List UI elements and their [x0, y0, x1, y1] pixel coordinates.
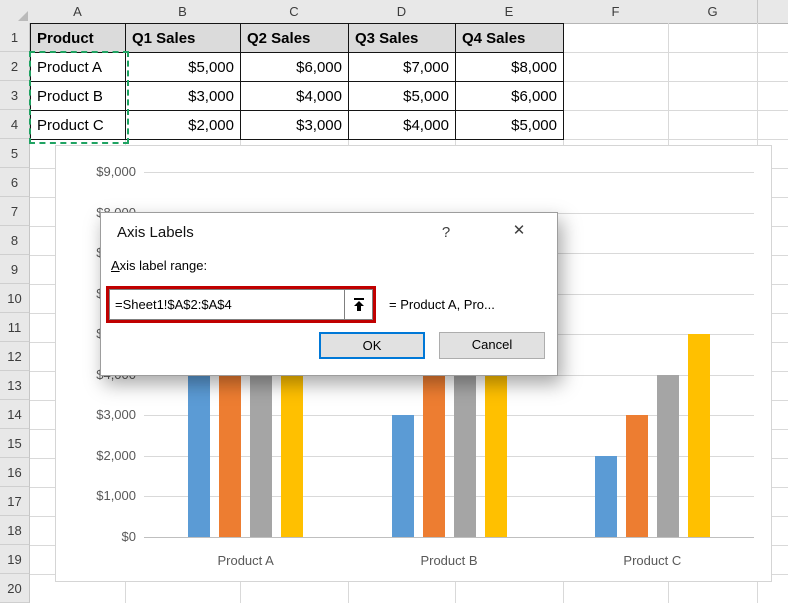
excel-worksheet: ABCDEFG 1 2 3 4 5 6 7 8 9 10 11 12 13 14 15 16 17 18 19 20 … — [0, 0, 788, 603]
row-header-19[interactable]: 19 — [0, 545, 30, 574]
column-header-D[interactable]: D — [348, 0, 456, 23]
bar-q3-sales-product-c[interactable] — [656, 374, 679, 537]
table-header-row: Product Q1 Sales Q2 Sales Q3 Sales Q4 Sales — [31, 24, 564, 53]
row-header-17[interactable]: 17 — [0, 487, 30, 516]
range-input-highlight — [106, 286, 376, 323]
cell[interactable]: $5,000 — [349, 82, 456, 111]
row-header-2[interactable]: 2 — [0, 52, 30, 81]
cell[interactable]: $4,000 — [241, 82, 349, 111]
help-button[interactable]: ? — [431, 221, 461, 245]
y-axis-label: $2,000 — [96, 447, 136, 463]
y-axis-label: $9,000 — [96, 164, 136, 179]
cell[interactable]: $3,000 — [241, 111, 349, 140]
axis-labels-dialog: Axis Labels ? ✕ Axis label range: = Prod… — [100, 212, 558, 376]
x-axis-label: Product B — [420, 553, 478, 568]
cell[interactable]: Q2 Sales — [241, 24, 349, 53]
cell[interactable]: Q4 Sales — [456, 24, 564, 53]
bar-q1-sales-product-b[interactable] — [391, 415, 414, 537]
collapse-dialog-button[interactable] — [344, 289, 373, 320]
row-header-14[interactable]: 14 — [0, 400, 30, 429]
bar-q4-sales-product-c[interactable] — [687, 334, 710, 537]
cell[interactable]: $6,000 — [456, 82, 564, 111]
cell[interactable]: $5,000 — [456, 111, 564, 140]
table-row: Product C $2,000 $3,000 $4,000 $5,000 — [31, 111, 564, 140]
cell[interactable]: Product — [31, 24, 126, 53]
ok-button[interactable]: OK — [319, 332, 425, 359]
cell[interactable]: $5,000 — [126, 53, 241, 82]
axis-label-range-label: Axis label range: — [111, 258, 208, 273]
table-row: Product B $3,000 $4,000 $5,000 $6,000 — [31, 82, 564, 111]
column-header-A[interactable]: A — [30, 0, 126, 23]
row-header-13[interactable]: 13 — [0, 371, 30, 400]
row-header-4[interactable]: 4 — [0, 110, 30, 139]
axis-label-range-input[interactable] — [109, 289, 344, 320]
cell[interactable]: $2,000 — [126, 111, 241, 140]
row-header-10[interactable]: 10 — [0, 284, 30, 313]
cell[interactable]: $7,000 — [349, 53, 456, 82]
chart-gridline — [144, 172, 754, 173]
cell[interactable]: $8,000 — [456, 53, 564, 82]
column-header-B[interactable]: B — [125, 0, 241, 23]
table-row: Product A $5,000 $6,000 $7,000 $8,000 — [31, 53, 564, 82]
sales-data-table: Product Q1 Sales Q2 Sales Q3 Sales Q4 Sales P… — [30, 23, 564, 140]
select-all-button[interactable] — [0, 0, 31, 23]
cell[interactable]: $3,000 — [126, 82, 241, 111]
x-axis-line — [144, 537, 754, 538]
row-header-11[interactable]: 11 — [0, 313, 30, 342]
column-header-C[interactable]: C — [240, 0, 349, 23]
row-header-5[interactable]: 5 — [0, 139, 30, 168]
cell[interactable]: Q1 Sales — [126, 24, 241, 53]
row-header-6[interactable]: 6 — [0, 168, 30, 197]
collapse-arrow-icon — [353, 297, 364, 311]
column-header-E[interactable]: E — [455, 0, 564, 23]
row-header-15[interactable]: 15 — [0, 429, 30, 458]
cancel-button[interactable]: Cancel — [439, 332, 545, 359]
range-preview-text: = Product A, Pro... — [389, 297, 495, 312]
dialog-title: Axis Labels — [117, 224, 194, 241]
row-header-18[interactable]: 18 — [0, 516, 30, 545]
y-axis-label: $0 — [121, 529, 136, 544]
row-header-3[interactable]: 3 — [0, 81, 30, 110]
cell[interactable]: $4,000 — [349, 111, 456, 140]
row-header-16[interactable]: 16 — [0, 458, 30, 487]
row-header-12[interactable]: 12 — [0, 342, 30, 371]
close-icon[interactable]: ✕ — [497, 217, 541, 245]
row-header-7[interactable]: 7 — [0, 197, 30, 226]
y-axis-label: $1,000 — [96, 488, 136, 504]
bar-q1-sales-product-c[interactable] — [594, 455, 617, 537]
row-header-1[interactable]: 1 — [0, 23, 30, 52]
row-header-9[interactable]: 9 — [0, 255, 30, 284]
bar-q2-sales-product-b[interactable] — [422, 374, 445, 537]
x-axis-label: Product A — [217, 553, 274, 568]
row-header-8[interactable]: 8 — [0, 226, 30, 255]
cell[interactable]: Product A — [31, 53, 126, 82]
cell[interactable]: Product C — [31, 111, 126, 140]
row-header-20[interactable]: 20 — [0, 574, 30, 603]
column-header-F[interactable]: F — [563, 0, 669, 23]
bar-q2-sales-product-c[interactable] — [625, 415, 648, 537]
x-axis-label: Product C — [623, 553, 682, 568]
cell[interactable]: $6,000 — [241, 53, 349, 82]
y-axis-label: $3,000 — [96, 407, 136, 423]
column-header-G[interactable]: G — [668, 0, 758, 23]
cell[interactable]: Product B — [31, 82, 126, 111]
cell[interactable]: Q3 Sales — [349, 24, 456, 53]
